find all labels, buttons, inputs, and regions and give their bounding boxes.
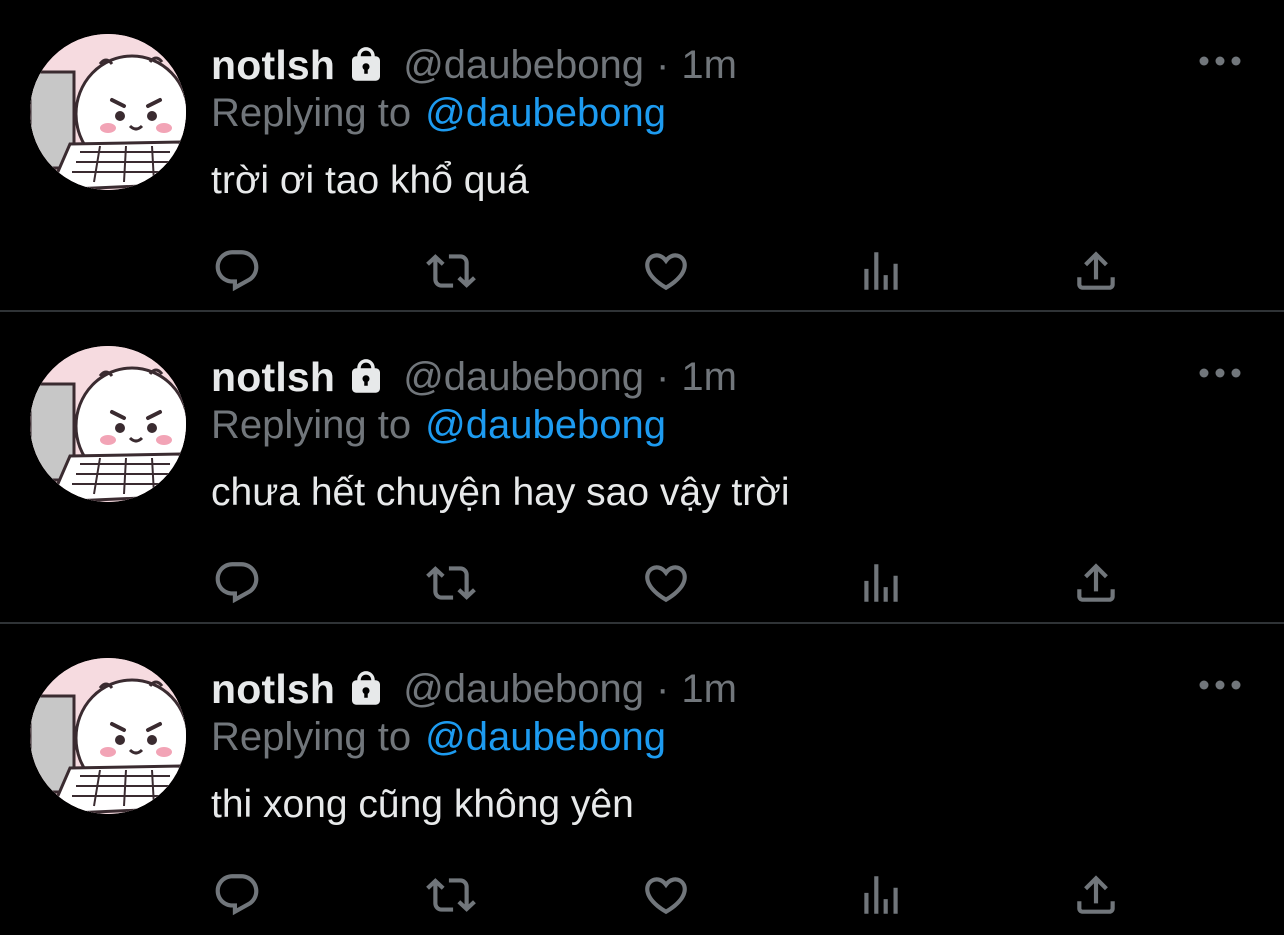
replying-to-label: Replying to xyxy=(211,714,412,759)
tweet[interactable]: notlsh @daubebong · 1m Replying to @daub… xyxy=(0,624,1284,935)
timestamp[interactable]: 1m xyxy=(681,43,737,88)
replying-to-label: Replying to xyxy=(211,402,412,447)
reply-bubble-icon[interactable] xyxy=(212,246,262,296)
lock-icon xyxy=(345,44,387,86)
handle[interactable]: @daubebong xyxy=(403,355,644,400)
lock-icon xyxy=(345,356,387,398)
separator-dot: · xyxy=(656,354,670,399)
tweet-header: notlsh @daubebong · 1m xyxy=(211,664,737,714)
share-upload-icon[interactable] xyxy=(1071,558,1121,608)
retweet-icon[interactable] xyxy=(426,558,476,608)
replying-to-line: Replying to @daubebong xyxy=(211,88,666,138)
avatar[interactable] xyxy=(30,346,186,502)
avatar[interactable] xyxy=(30,34,186,190)
more-dots-icon[interactable] xyxy=(1198,360,1242,386)
display-name[interactable]: notlsh xyxy=(211,666,335,713)
replying-to-label: Replying to xyxy=(211,90,412,135)
views-bars-icon[interactable] xyxy=(856,558,906,608)
share-upload-icon[interactable] xyxy=(1071,870,1121,920)
replying-to-line: Replying to @daubebong xyxy=(211,400,666,450)
replying-to-mention[interactable]: @daubebong xyxy=(425,91,666,136)
tweet-text: thi xong cũng không yên xyxy=(211,783,634,826)
handle[interactable]: @daubebong xyxy=(403,43,644,88)
handle[interactable]: @daubebong xyxy=(403,667,644,712)
views-bars-icon[interactable] xyxy=(856,246,906,296)
heart-icon[interactable] xyxy=(641,870,691,920)
share-upload-icon[interactable] xyxy=(1071,246,1121,296)
reply-bubble-icon[interactable] xyxy=(212,558,262,608)
retweet-icon[interactable] xyxy=(426,870,476,920)
more-dots-icon[interactable] xyxy=(1198,672,1242,698)
more-dots-icon[interactable] xyxy=(1198,48,1242,74)
display-name[interactable]: notlsh xyxy=(211,354,335,401)
timestamp[interactable]: 1m xyxy=(681,667,737,712)
heart-icon[interactable] xyxy=(641,246,691,296)
tweet-actions xyxy=(0,246,1284,296)
reply-bubble-icon[interactable] xyxy=(212,870,262,920)
tweet-actions xyxy=(0,870,1284,920)
lock-icon xyxy=(345,668,387,710)
tweet[interactable]: notlsh @daubebong · 1m Replying to @daub… xyxy=(0,0,1284,312)
tweet-text: chưa hết chuyện hay sao vậy trời xyxy=(211,471,790,514)
display-name[interactable]: notlsh xyxy=(211,42,335,89)
tweet-feed: notlsh @daubebong · 1m Replying to @daub… xyxy=(0,0,1284,935)
separator-dot: · xyxy=(656,42,670,87)
views-bars-icon[interactable] xyxy=(856,870,906,920)
separator-dot: · xyxy=(656,666,670,711)
replying-to-line: Replying to @daubebong xyxy=(211,712,666,762)
avatar[interactable] xyxy=(30,658,186,814)
tweet-header: notlsh @daubebong · 1m xyxy=(211,352,737,402)
retweet-icon[interactable] xyxy=(426,246,476,296)
replying-to-mention[interactable]: @daubebong xyxy=(425,403,666,448)
heart-icon[interactable] xyxy=(641,558,691,608)
tweet[interactable]: notlsh @daubebong · 1m Replying to @daub… xyxy=(0,312,1284,624)
tweet-actions xyxy=(0,558,1284,608)
tweet-text: trời ơi tao khổ quá xyxy=(211,159,529,202)
timestamp[interactable]: 1m xyxy=(681,355,737,400)
replying-to-mention[interactable]: @daubebong xyxy=(425,715,666,760)
tweet-header: notlsh @daubebong · 1m xyxy=(211,40,737,90)
